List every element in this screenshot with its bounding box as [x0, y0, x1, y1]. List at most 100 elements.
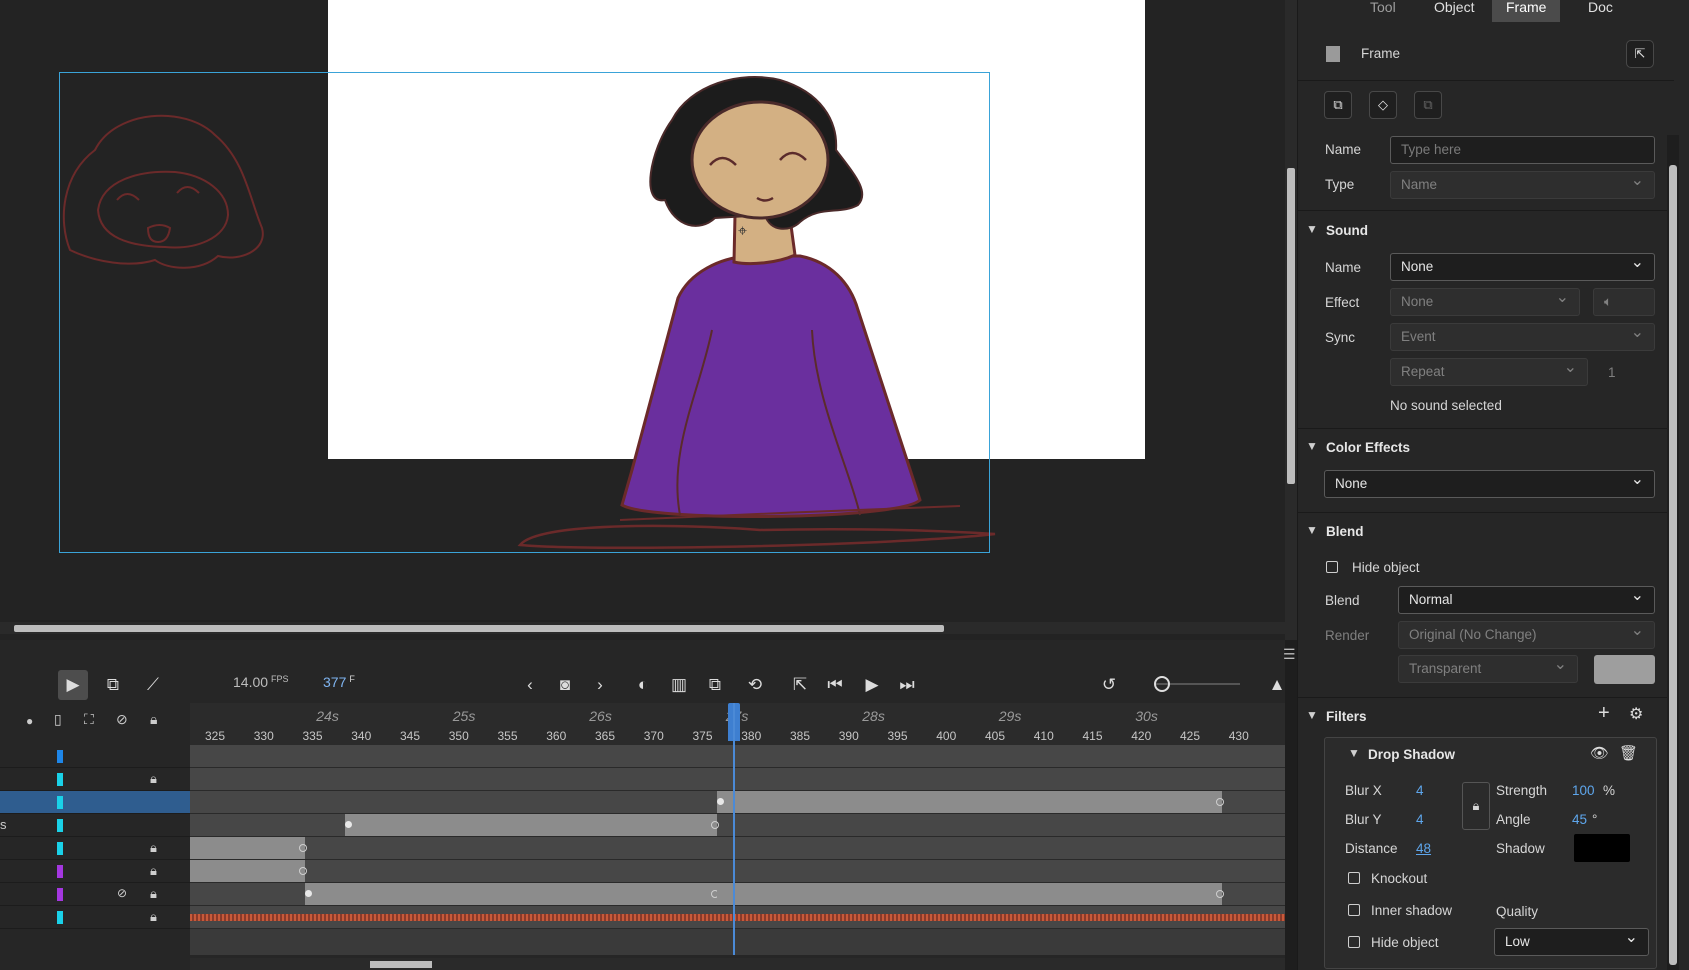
layer-row[interactable]: s	[0, 814, 190, 837]
keyframe[interactable]	[345, 821, 352, 828]
filter-hide-object-checkbox[interactable]	[1348, 936, 1360, 948]
panel-menu-icon[interactable]: ☰	[1283, 646, 1296, 663]
prev-keyframe-icon[interactable]: ‹	[515, 670, 545, 700]
tween-span[interactable]	[190, 837, 307, 859]
layer-row[interactable]: 🔒︎	[0, 768, 190, 791]
fit-frames-icon[interactable]: ▲	[1262, 670, 1292, 700]
hide-object-checkbox[interactable]	[1326, 561, 1338, 573]
inner-shadow-checkbox[interactable]	[1348, 904, 1360, 916]
frame-track[interactable]	[190, 814, 1285, 837]
trash-icon[interactable]: 🗑︎	[1619, 744, 1638, 762]
outline-icon[interactable]: ▯	[54, 711, 62, 728]
properties-scrollbar[interactable]	[1667, 135, 1679, 970]
blur-x-value[interactable]: 4	[1416, 783, 1424, 798]
background-color-swatch[interactable]	[1594, 655, 1655, 684]
keyframe[interactable]	[305, 890, 312, 897]
step-forward-icon[interactable]: ⏭	[892, 670, 922, 700]
onion-skin-icon[interactable]: ◐	[628, 670, 658, 700]
frame-value[interactable]: 377	[323, 674, 346, 690]
strength-value[interactable]: 100	[1572, 783, 1595, 798]
export-icon[interactable]: ⇱	[785, 670, 815, 700]
gear-icon[interactable]: ⚙	[1629, 704, 1643, 724]
edit-sound-icon[interactable]: 🔈︎	[1593, 288, 1655, 316]
render-select[interactable]: Original (No Change)	[1398, 618, 1655, 649]
scroll-thumb[interactable]	[14, 625, 944, 632]
swap-icon[interactable]: ⧉	[700, 670, 730, 700]
layer-color-tag[interactable]	[57, 796, 63, 809]
step-back-icon[interactable]: ⏮	[820, 670, 850, 700]
scroll-thumb[interactable]	[370, 961, 432, 968]
color-effect-select[interactable]: None	[1324, 467, 1655, 498]
layer-color-tag[interactable]	[57, 819, 63, 832]
frame-track[interactable]	[190, 745, 1285, 768]
frame-track[interactable]	[190, 768, 1285, 791]
tab-doc[interactable]: Doc	[1574, 0, 1627, 22]
lock-icon[interactable]: 🔒︎	[150, 909, 157, 925]
frame-readout[interactable]: 377 F	[323, 674, 355, 690]
tween-span[interactable]	[305, 883, 719, 905]
knockout-checkbox[interactable]	[1348, 872, 1360, 884]
stage-horizontal-scrollbar[interactable]	[0, 622, 1285, 634]
layer-color-tag[interactable]	[57, 911, 63, 924]
blend-section-title[interactable]: Blend	[1326, 524, 1364, 539]
fps-value[interactable]: 14.00	[233, 674, 268, 690]
tab-frame[interactable]: Frame	[1492, 0, 1561, 22]
layer-color-tag[interactable]	[57, 773, 63, 786]
scroll-thumb[interactable]	[1287, 168, 1295, 484]
distance-value[interactable]: 48	[1416, 841, 1431, 856]
layer-row[interactable]: 🔒︎	[0, 837, 190, 860]
swap-frame-icon[interactable]: ⧉	[1324, 91, 1352, 119]
keyframe-marker[interactable]	[1216, 890, 1224, 898]
color-effects-title[interactable]: Color Effects	[1326, 440, 1410, 455]
edit-multiple-frames-icon[interactable]: ▥	[664, 670, 694, 700]
zoom-slider-handle[interactable]	[1154, 676, 1170, 692]
type-select[interactable]: Name	[1390, 168, 1655, 199]
tween-span[interactable]	[345, 814, 719, 836]
keyframe[interactable]	[717, 798, 724, 805]
hidden-eye-icon[interactable]: ⊘	[117, 886, 127, 900]
next-keyframe-icon[interactable]: ›	[585, 670, 615, 700]
angle-value[interactable]: 45	[1572, 812, 1587, 827]
layer-color-tag[interactable]	[57, 888, 63, 901]
chevron-down-icon[interactable]: ▼	[1306, 222, 1318, 236]
chevron-down-icon[interactable]: ▼	[1348, 746, 1360, 760]
quality-select[interactable]: Low	[1494, 925, 1649, 956]
fps-readout[interactable]: 14.00 FPS	[233, 674, 289, 690]
add-filter-icon[interactable]: +	[1598, 702, 1610, 725]
graph-icon[interactable]: ⟋	[138, 670, 168, 700]
repeat-count[interactable]: 1	[1608, 365, 1616, 380]
lock-icon[interactable]: 🔒︎	[150, 863, 157, 879]
camera-icon[interactable]: ▶	[58, 670, 88, 700]
lock-icon[interactable]: 🔒︎	[150, 771, 157, 787]
tab-tool[interactable]: Tool	[1356, 0, 1410, 22]
chevron-down-icon[interactable]: ▼	[1306, 708, 1318, 722]
layer-row[interactable]	[0, 745, 190, 768]
loop-icon[interactable]: ⟲	[740, 670, 770, 700]
frame-name-input[interactable]: Type here	[1390, 136, 1655, 164]
stage-area[interactable]: ⌖	[0, 0, 1285, 640]
play-icon[interactable]: ▶	[857, 670, 887, 700]
drop-shadow-title[interactable]: Drop Shadow	[1368, 747, 1455, 762]
eye-icon[interactable]: 👁︎	[1590, 744, 1609, 762]
frame-track[interactable]	[190, 906, 1285, 929]
stage-vertical-scrollbar[interactable]	[1285, 0, 1297, 640]
layer-row[interactable]	[0, 791, 190, 814]
dot-icon[interactable]: ●	[26, 714, 33, 728]
ease-icon[interactable]: ◇	[1369, 91, 1397, 119]
visibility-icon[interactable]: ⊘	[116, 711, 128, 728]
sound-name-select[interactable]: None	[1390, 250, 1655, 281]
frame-track[interactable]	[190, 860, 1285, 883]
chevron-down-icon[interactable]: ▼	[1306, 439, 1318, 453]
keyframe-marker[interactable]	[1216, 798, 1224, 806]
transparent-select[interactable]: Transparent	[1398, 652, 1578, 683]
lock-icon[interactable]: 🔒︎	[150, 886, 157, 902]
tween-span[interactable]	[717, 883, 1224, 905]
keyframe-marker[interactable]	[711, 821, 719, 829]
frame-tracks[interactable]	[190, 745, 1285, 955]
lock-icon[interactable]: 🔒︎	[150, 840, 157, 856]
link-blur-lock-icon[interactable]: 🔒︎	[1462, 782, 1490, 830]
blur-y-value[interactable]: 4	[1416, 812, 1424, 827]
keyframe-marker[interactable]	[299, 867, 307, 875]
effect-select[interactable]: None	[1390, 285, 1580, 316]
scroll-thumb[interactable]	[1669, 165, 1677, 965]
